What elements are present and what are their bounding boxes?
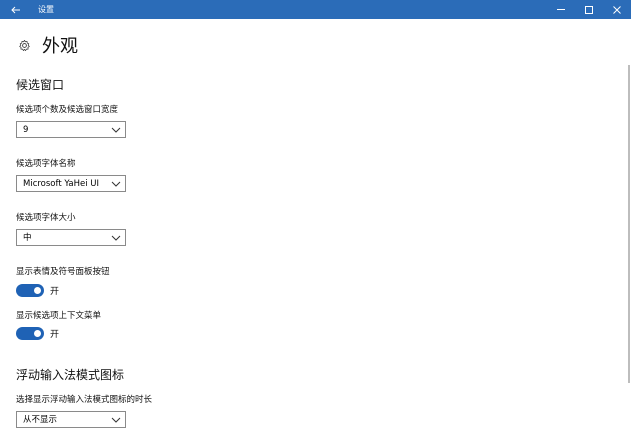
back-arrow-glyph <box>11 6 20 13</box>
window-title: 设置 <box>38 5 54 14</box>
duration-value: 从不显示 <box>23 415 58 425</box>
duration-label: 选择显示浮动输入法模式图标的时长 <box>16 395 153 405</box>
floating-icon-heading: 浮动输入法模式图标 <box>16 368 125 382</box>
emoji-toggle-state: 开 <box>50 287 60 297</box>
gear-glyph <box>18 39 30 51</box>
close-icon[interactable] <box>603 0 631 19</box>
candidate-count-label: 候选项个数及候选窗口宽度 <box>16 105 119 115</box>
font-name-label: 候选项字体名称 <box>16 159 76 169</box>
chevron-down-icon <box>111 235 121 241</box>
title-bar: 设置 <box>0 0 631 19</box>
toggle-knob <box>34 287 41 294</box>
candidate-count-select[interactable]: 9 <box>16 121 126 138</box>
candidate-window-heading: 候选窗口 <box>16 78 65 92</box>
font-size-value: 中 <box>23 233 32 243</box>
font-name-value: Microsoft YaHei UI <box>23 179 100 189</box>
font-name-select[interactable]: Microsoft YaHei UI <box>16 175 126 192</box>
maximize-icon[interactable] <box>575 0 603 19</box>
emoji-button-label: 显示表情及符号面板按钮 <box>16 267 110 277</box>
page-title: 外观 <box>42 36 78 57</box>
minimize-icon[interactable] <box>547 0 575 19</box>
context-menu-label: 显示候选项上下文菜单 <box>16 311 102 321</box>
chevron-down-icon <box>111 127 121 133</box>
chevron-down-icon <box>111 417 121 423</box>
settings-window: 设置 外观 候选窗口 候选项个数及候选窗口宽度 9 候选项字体名称 Micros… <box>0 0 631 437</box>
toggle-knob <box>34 330 41 337</box>
chevron-down-icon <box>111 181 121 187</box>
vertical-scrollbar[interactable] <box>628 65 630 383</box>
back-arrow-icon[interactable] <box>0 0 32 19</box>
context-menu-toggle-state: 开 <box>50 330 60 340</box>
page-header: 外观 <box>16 34 78 57</box>
duration-select[interactable]: 从不显示 <box>16 411 126 428</box>
font-size-label: 候选项字体大小 <box>16 213 76 223</box>
font-size-select[interactable]: 中 <box>16 229 126 246</box>
context-menu-toggle[interactable] <box>16 327 44 340</box>
gear-icon <box>16 37 32 53</box>
close-glyph <box>613 5 621 14</box>
emoji-button-toggle[interactable] <box>16 284 44 297</box>
candidate-count-value: 9 <box>23 125 29 135</box>
